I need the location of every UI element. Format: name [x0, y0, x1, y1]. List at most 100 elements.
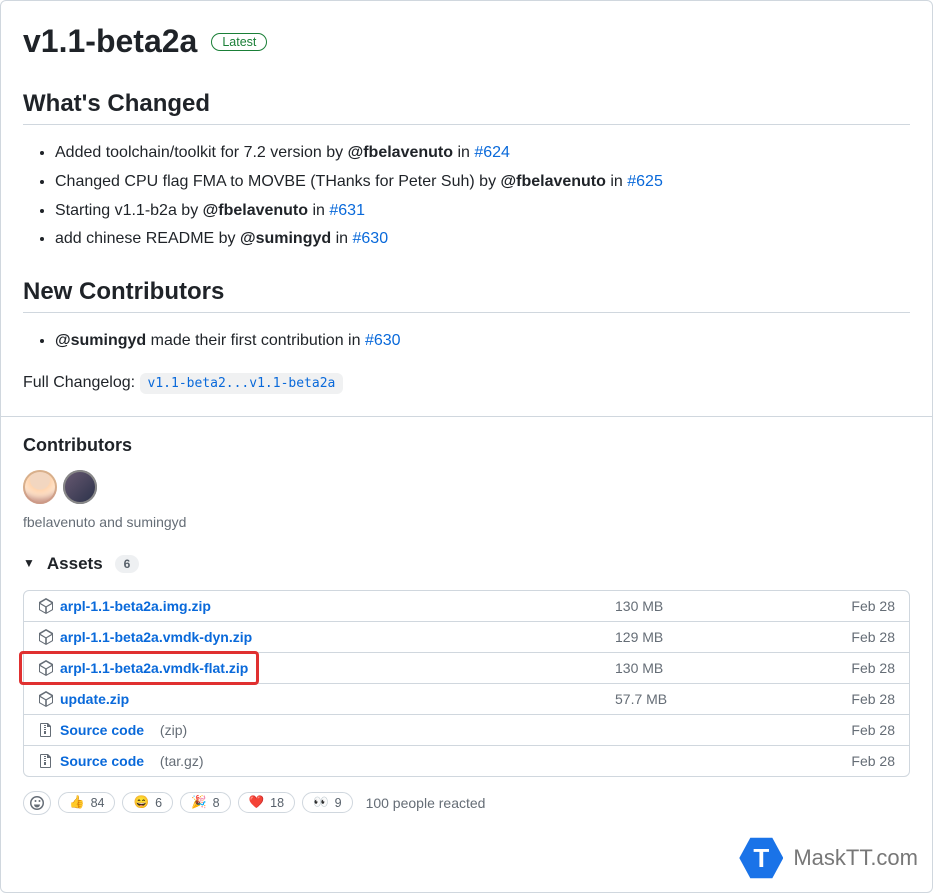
- changelog-item: Starting v1.1-b2a by @fbelavenuto in #63…: [55, 197, 910, 226]
- assets-count-badge: 6: [115, 555, 140, 573]
- assets-toggle[interactable]: ▼ Assets 6: [23, 554, 910, 574]
- asset-date: Feb 28: [835, 660, 895, 676]
- mention[interactable]: @sumingyd: [240, 230, 331, 247]
- change-text: add chinese README by: [55, 230, 240, 247]
- new-contributors-heading: New Contributors: [23, 278, 910, 313]
- changelog-item: add chinese README by @sumingyd in #630: [55, 225, 910, 254]
- release-panel: v1.1-beta2a Latest What's Changed Added …: [0, 0, 933, 893]
- asset-date: Feb 28: [835, 753, 895, 769]
- asset-filename: arpl-1.1-beta2a.vmdk-flat.zip: [60, 660, 248, 676]
- asset-size: 129 MB: [615, 629, 835, 645]
- release-header: v1.1-beta2a Latest: [23, 23, 910, 60]
- changelog-item: Added toolchain/toolkit for 7.2 version …: [55, 139, 910, 168]
- package-icon: [38, 629, 54, 645]
- asset-row: arpl-1.1-beta2a.vmdk-flat.zip 130 MB Feb…: [24, 652, 909, 683]
- change-text: Changed CPU flag FMA to MOVBE (THanks fo…: [55, 173, 501, 190]
- divider: [1, 416, 932, 417]
- reaction-thumbs-up[interactable]: 👍 84: [58, 792, 115, 813]
- reaction-eyes[interactable]: 👀9: [302, 792, 353, 813]
- contrib-rest: made their first contribution in: [146, 332, 365, 349]
- reaction-count: 6: [155, 796, 162, 810]
- change-mid: in: [331, 230, 352, 247]
- asset-filename: arpl-1.1-beta2a.vmdk-dyn.zip: [60, 629, 252, 645]
- asset-row: Source code (zip) Feb 28: [24, 714, 909, 745]
- contributors-heading: Contributors: [23, 435, 910, 456]
- pr-link[interactable]: #625: [627, 173, 663, 190]
- add-reaction-button[interactable]: [23, 791, 51, 815]
- reaction-summary: 100 people reacted: [366, 795, 486, 811]
- full-changelog-row: Full Changelog: v1.1-beta2...v1.1-beta2a: [23, 374, 910, 392]
- watermark: T MaskTT.com: [739, 836, 918, 880]
- reactions-bar: 👍84 😄6 🎉8 ❤️18 👀9 100 people reacted: [23, 791, 910, 815]
- change-mid: in: [308, 202, 329, 219]
- changelog-compare-link[interactable]: v1.1-beta2...v1.1-beta2a: [140, 373, 344, 394]
- change-mid: in: [453, 144, 474, 161]
- asset-link[interactable]: arpl-1.1-beta2a.vmdk-dyn.zip: [38, 629, 252, 645]
- zip-file-icon: [38, 722, 54, 738]
- contributors-section: Contributors fbelavenuto and sumingyd: [23, 435, 910, 530]
- asset-link[interactable]: Source code (tar.gz): [38, 753, 204, 769]
- watermark-logo-icon: T: [739, 836, 783, 880]
- latest-badge: Latest: [211, 33, 267, 51]
- asset-date: Feb 28: [835, 722, 895, 738]
- package-icon: [38, 660, 54, 676]
- hooray-icon: 🎉: [191, 795, 207, 810]
- asset-size: 130 MB: [615, 598, 835, 614]
- new-contributor-item: @sumingyd made their first contribution …: [55, 327, 910, 356]
- change-mid: in: [606, 173, 627, 190]
- package-icon: [38, 691, 54, 707]
- asset-date: Feb 28: [835, 629, 895, 645]
- asset-filename: Source code: [60, 722, 144, 738]
- eyes-icon: 👀: [313, 795, 329, 810]
- avatar[interactable]: [23, 470, 57, 504]
- reaction-count: 18: [270, 796, 284, 810]
- mention[interactable]: @fbelavenuto: [203, 202, 308, 219]
- pr-link[interactable]: #630: [365, 332, 401, 349]
- asset-link[interactable]: arpl-1.1-beta2a.vmdk-flat.zip: [38, 660, 248, 676]
- asset-filename: Source code: [60, 753, 144, 769]
- mention[interactable]: @fbelavenuto: [348, 144, 453, 161]
- reaction-count: 84: [91, 796, 105, 810]
- avatar-stack: [23, 470, 910, 504]
- whats-changed-heading: What's Changed: [23, 90, 910, 125]
- reaction-count: 9: [335, 796, 342, 810]
- mention[interactable]: @fbelavenuto: [501, 173, 606, 190]
- asset-row: update.zip 57.7 MB Feb 28: [24, 683, 909, 714]
- assets-heading: Assets: [47, 554, 103, 574]
- release-title: v1.1-beta2a: [23, 23, 197, 60]
- caret-down-icon: ▼: [23, 556, 35, 570]
- smiley-plus-icon: [29, 795, 45, 811]
- asset-suffix: (zip): [160, 722, 187, 738]
- reaction-heart[interactable]: ❤️ 18: [238, 792, 295, 813]
- thumbs-up-icon: 👍: [69, 795, 85, 810]
- asset-link[interactable]: arpl-1.1-beta2a.img.zip: [38, 598, 211, 614]
- reaction-count: 8: [213, 796, 220, 810]
- assets-list: arpl-1.1-beta2a.img.zip 130 MB Feb 28 ar…: [23, 590, 910, 777]
- pr-link[interactable]: #630: [353, 230, 389, 247]
- asset-date: Feb 28: [835, 691, 895, 707]
- asset-filename: arpl-1.1-beta2a.img.zip: [60, 598, 211, 614]
- asset-link[interactable]: Source code (zip): [38, 722, 187, 738]
- asset-suffix: (tar.gz): [160, 753, 204, 769]
- asset-size: 57.7 MB: [615, 691, 835, 707]
- changelog-item: Changed CPU flag FMA to MOVBE (THanks fo…: [55, 168, 910, 197]
- asset-size: 130 MB: [615, 660, 835, 676]
- change-text: Starting v1.1-b2a by: [55, 202, 203, 219]
- avatar[interactable]: [63, 470, 97, 504]
- contributor-names: fbelavenuto and sumingyd: [23, 514, 910, 530]
- asset-date: Feb 28: [835, 598, 895, 614]
- asset-link[interactable]: update.zip: [38, 691, 129, 707]
- pr-link[interactable]: #624: [474, 144, 510, 161]
- new-contributors-list: @sumingyd made their first contribution …: [23, 327, 910, 356]
- reaction-laugh[interactable]: 😄6: [122, 792, 173, 813]
- change-text: Added toolchain/toolkit for 7.2 version …: [55, 144, 348, 161]
- heart-icon: ❤️: [249, 795, 265, 810]
- laugh-icon: 😄: [133, 795, 149, 810]
- asset-row: arpl-1.1-beta2a.vmdk-dyn.zip 129 MB Feb …: [24, 621, 909, 652]
- pr-link[interactable]: #631: [329, 202, 365, 219]
- mention[interactable]: @sumingyd: [55, 332, 146, 349]
- whats-changed-list: Added toolchain/toolkit for 7.2 version …: [23, 139, 910, 254]
- asset-filename: update.zip: [60, 691, 129, 707]
- watermark-text: MaskTT.com: [793, 845, 918, 871]
- reaction-hooray[interactable]: 🎉8: [180, 792, 231, 813]
